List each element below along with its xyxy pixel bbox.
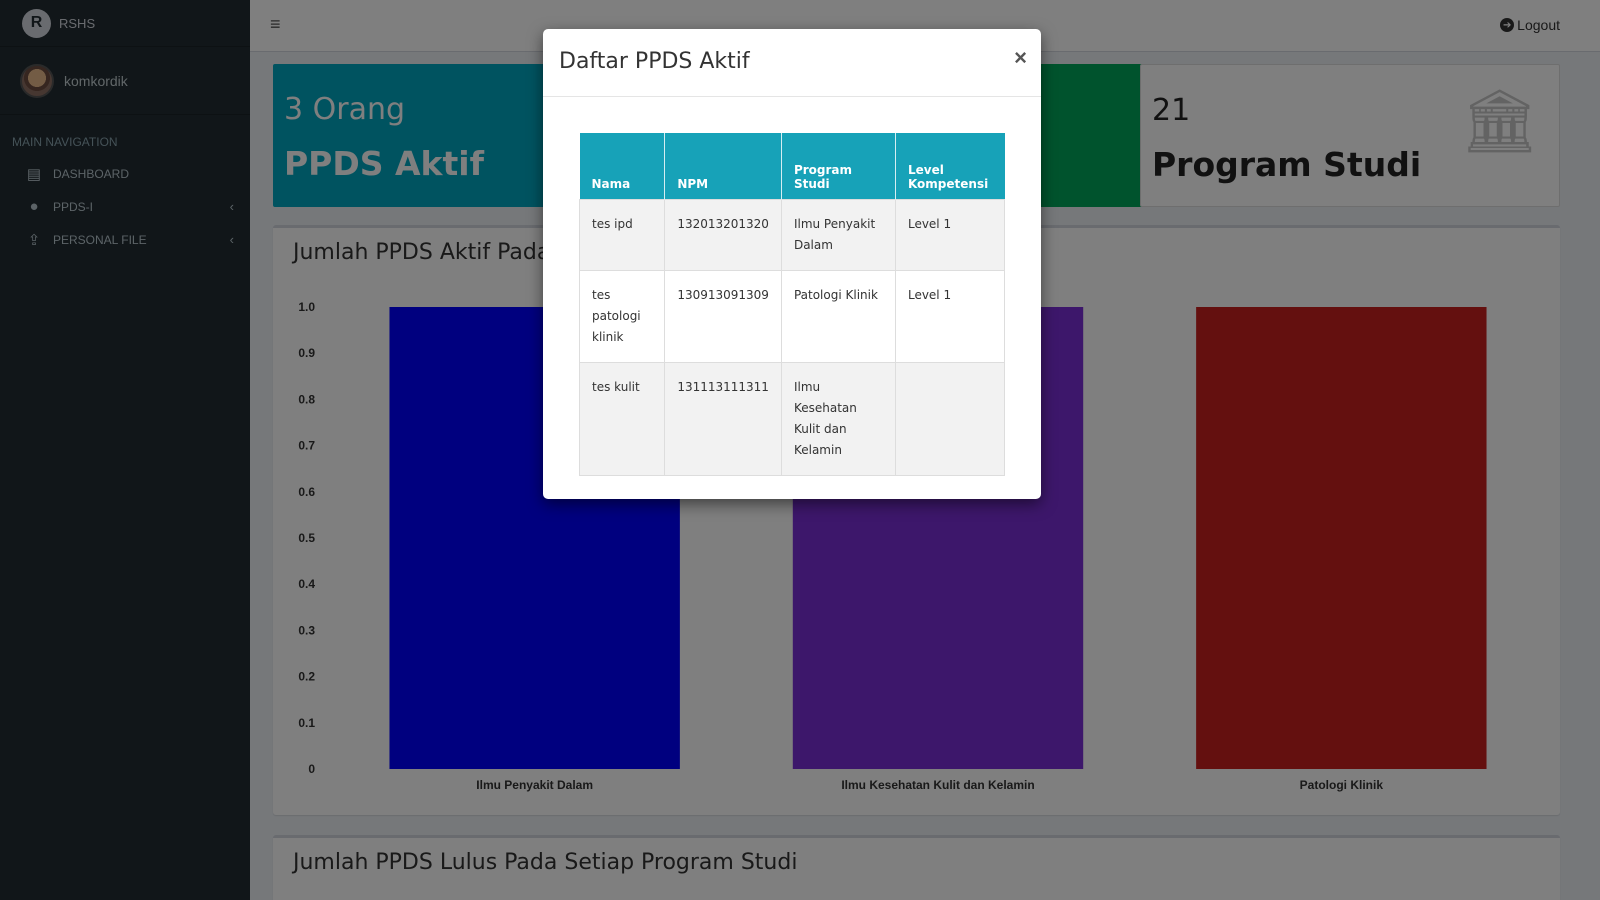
ppds-table: Nama NPM Program Studi Level Kompetensi … [578,133,1006,476]
close-icon[interactable]: × [1014,45,1027,71]
ppds-table-wrap: Nama NPM Program Studi Level Kompetensi … [578,133,1006,476]
table-cell: Level 1 [894,269,1006,363]
table-cell: Ilmu Kesehatan Kulit dan Kelamin [780,361,896,476]
table-cell [894,361,1006,476]
column-header[interactable]: Level Kompetensi [895,133,1005,199]
table-cell: 130913091309 [664,269,782,363]
modal-title: Daftar PPDS Aktif [559,49,750,74]
table-row: tes kulit 131113111311 Ilmu Kesehatan Ku… [578,361,1006,476]
column-header[interactable]: NPM [664,133,782,199]
table-cell: 132013201320 [664,198,782,271]
table-cell: Level 1 [894,198,1006,271]
table-cell: tes patologi klinik [578,269,666,363]
modal-header: Daftar PPDS Aktif × [543,29,1041,97]
table-cell: Patologi Klinik [780,269,896,363]
active-ppds-modal: Daftar PPDS Aktif × Nama NPM Program Stu… [543,29,1041,499]
table-cell: 131113111311 [664,361,782,476]
table-row: tes patologi klinik 130913091309 Patolog… [578,269,1006,363]
column-header[interactable]: Program Studi [781,133,896,199]
table-cell: tes ipd [578,198,666,271]
table-cell: Ilmu Penyakit Dalam [780,198,896,271]
table-header-row: Nama NPM Program Studi Level Kompetensi [579,133,1005,199]
column-header[interactable]: Nama [579,133,666,199]
table-cell: tes kulit [578,361,666,476]
table-row: tes ipd 132013201320 Ilmu Penyakit Dalam… [578,198,1006,271]
